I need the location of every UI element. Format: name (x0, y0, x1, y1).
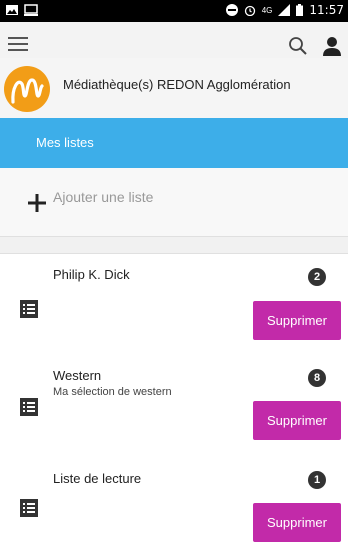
list-title[interactable]: Western (53, 368, 101, 383)
lists-container: Philip K. Dick 2 Supprimer Western Ma sé… (0, 253, 348, 552)
delete-button[interactable]: Supprimer (253, 301, 341, 340)
logo-m-icon[interactable] (4, 66, 50, 112)
user-icon[interactable] (322, 36, 342, 56)
delete-button[interactable]: Supprimer (253, 401, 341, 440)
search-icon[interactable] (288, 36, 308, 56)
page-title: Mes listes (36, 135, 94, 150)
list-item[interactable]: Liste de lecture 1 Supprimer (0, 454, 348, 552)
list-description: Ma sélection de western (53, 386, 172, 398)
dnd-icon (225, 4, 238, 16)
list-item[interactable]: Western Ma sélection de western 8 Suppri… (0, 354, 348, 455)
signal-icon (278, 4, 291, 16)
delete-button[interactable]: Supprimer (253, 503, 341, 542)
menu-icon[interactable] (8, 36, 28, 52)
list-icon (20, 499, 38, 517)
image-icon (6, 5, 18, 15)
plus-icon[interactable] (28, 194, 46, 212)
list-item[interactable]: Philip K. Dick 2 Supprimer (0, 254, 348, 355)
list-icon (20, 398, 38, 416)
alarm-icon (244, 5, 255, 16)
list-icon (20, 300, 38, 318)
list-title[interactable]: Philip K. Dick (53, 267, 130, 282)
status-bar: 4G 11:57 (0, 0, 348, 22)
list-title[interactable]: Liste de lecture (53, 471, 141, 486)
brand-title: Médiathèque(s) REDON Agglomération (63, 77, 291, 92)
list-count-badge: 1 (308, 471, 326, 489)
cast-icon (24, 4, 38, 16)
list-count-badge: 2 (308, 268, 326, 286)
add-list-label[interactable]: Ajouter une liste (53, 189, 153, 205)
network-label: 4G (261, 5, 273, 15)
battery-icon (296, 4, 304, 16)
clock: 11:57 (309, 3, 344, 17)
list-count-badge: 8 (308, 369, 326, 387)
